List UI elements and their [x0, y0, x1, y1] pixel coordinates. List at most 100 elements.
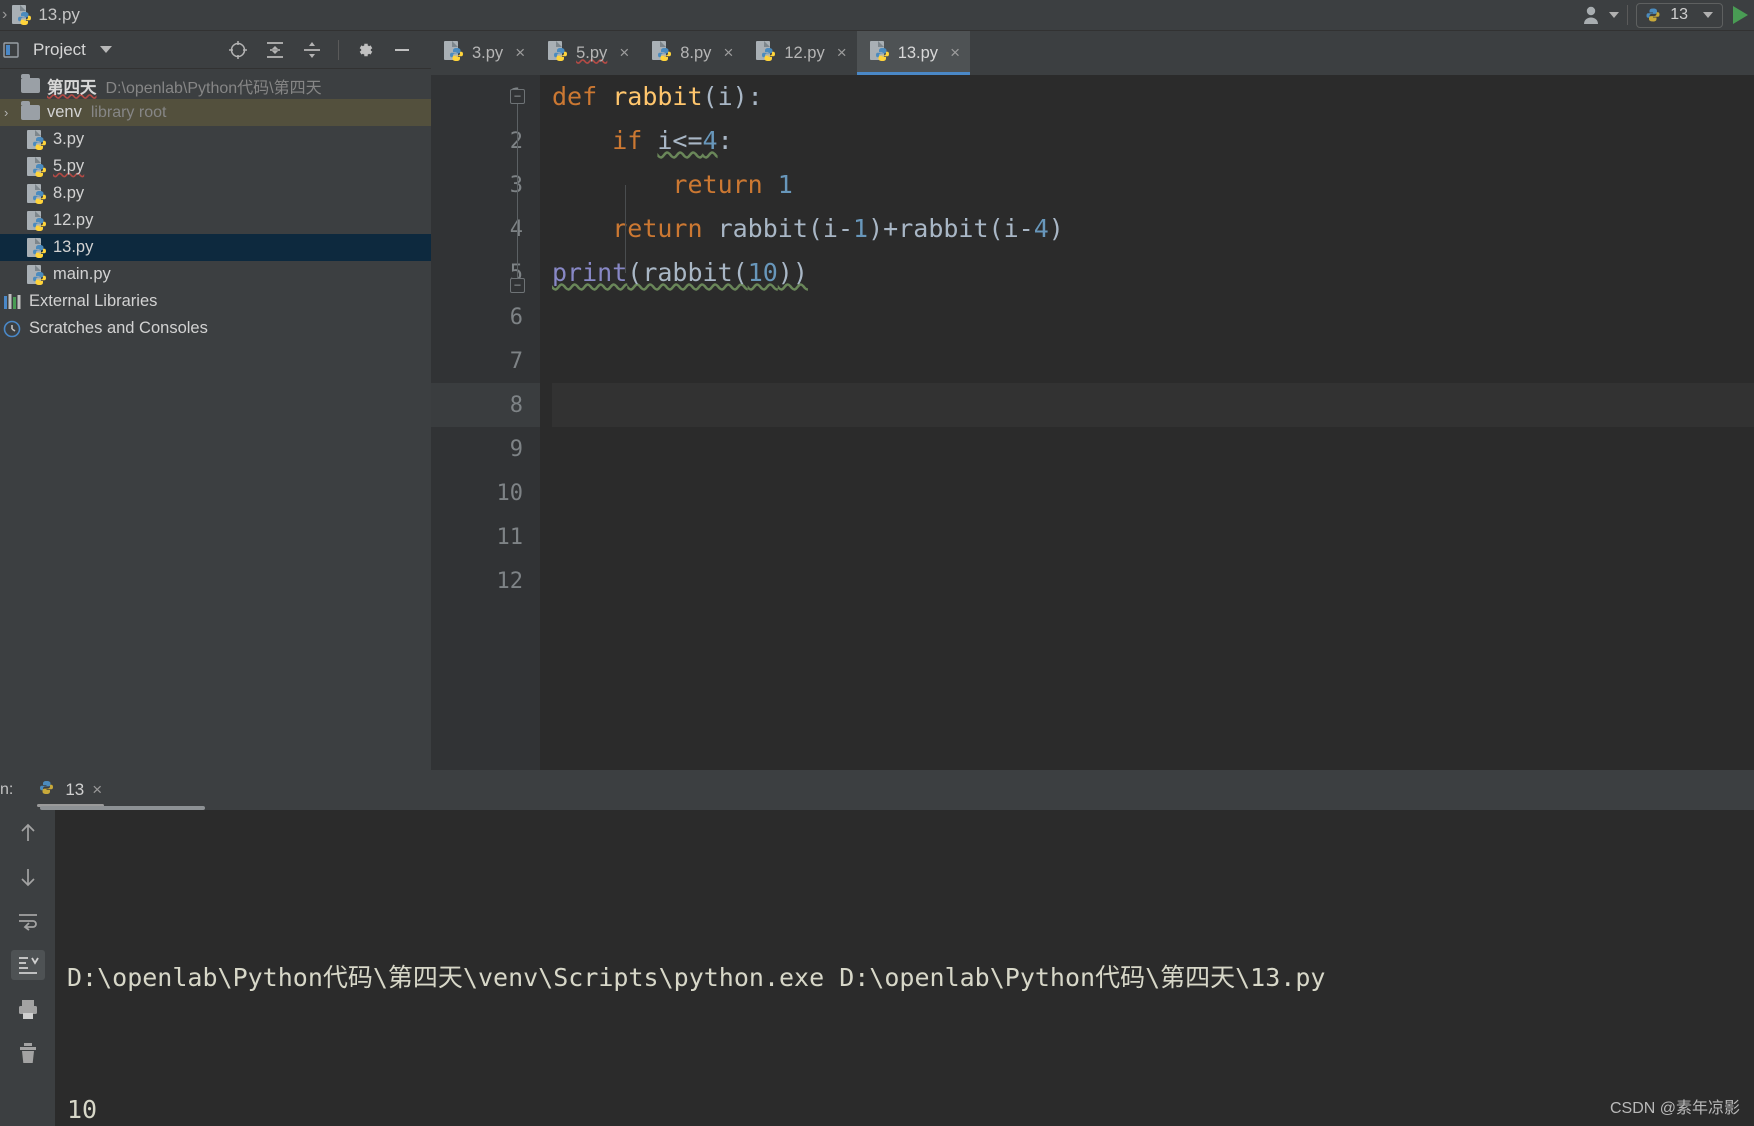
tree-item-3-py[interactable]: 3.py	[0, 126, 431, 153]
run-tool-window-label: n:	[0, 781, 14, 798]
code-line-3: return 1	[672, 170, 793, 199]
trash-icon[interactable]	[11, 1038, 45, 1068]
breadcrumb-separator-icon: ›	[2, 6, 8, 23]
collapse-all-icon[interactable]	[301, 39, 323, 61]
run-configuration-name: 13	[1670, 6, 1688, 23]
tree-item-label: 13.py	[53, 238, 94, 256]
code-content[interactable]: def rabbit(i): if i<=4: return 1 return …	[540, 75, 1754, 770]
top-right-controls: 13	[1582, 0, 1754, 31]
code-line-5: print(rabbit(10))	[552, 258, 808, 287]
breadcrumb-file-label[interactable]: 13.py	[38, 5, 80, 25]
close-icon[interactable]: ×	[515, 43, 525, 63]
chevron-right-icon[interactable]: ›	[4, 105, 20, 120]
project-panel-title: Project	[33, 39, 86, 59]
python-icon	[1646, 8, 1660, 21]
tree-item-project-root[interactable]: 第四天 D:\openlab\Python代码\第四天	[0, 72, 431, 99]
run-tab-13[interactable]: 13 ×	[31, 770, 110, 810]
run-button[interactable]	[1733, 6, 1748, 24]
project-tree: 第四天 D:\openlab\Python代码\第四天 › venv libra…	[0, 69, 431, 342]
folder-icon	[20, 101, 41, 123]
user-icon	[1584, 6, 1599, 24]
fold-region-line	[517, 97, 518, 285]
project-panel-toolbar	[227, 39, 425, 61]
toolbar-divider	[1627, 5, 1629, 25]
run-tab-label: 13	[65, 780, 85, 799]
tree-item-label: main.py	[53, 265, 111, 283]
python-file-icon	[444, 40, 464, 66]
print-icon[interactable]	[11, 994, 45, 1024]
breadcrumb: › 13.py	[0, 4, 80, 26]
scroll-down-icon[interactable]	[11, 862, 45, 892]
python-file-icon	[26, 129, 47, 150]
chevron-down-icon	[1609, 12, 1620, 18]
tree-item-venv[interactable]: › venv library root	[0, 99, 431, 126]
toolbar-divider	[338, 39, 339, 60]
run-tool-window: n: 13 × D:\openlab\Python代码\第四天\venv\Scr…	[0, 770, 1754, 1126]
top-breadcrumb-bar: › 13.py 13	[0, 0, 1754, 31]
python-file-icon	[26, 264, 47, 285]
python-file-icon	[548, 40, 568, 66]
console-output[interactable]: D:\openlab\Python代码\第四天\venv\Scripts\pyt…	[40, 806, 1754, 1126]
tab-5-py[interactable]: 5.py ×	[535, 31, 639, 75]
user-account-button[interactable]	[1582, 5, 1620, 25]
tree-item-path: D:\openlab\Python代码\第四天	[105, 79, 322, 97]
python-file-icon	[652, 40, 672, 66]
close-icon[interactable]: ×	[619, 43, 629, 63]
line-number: 9	[509, 436, 523, 462]
tab-label: 12.py	[784, 43, 825, 62]
scroll-up-icon[interactable]	[11, 818, 45, 848]
gear-icon[interactable]	[354, 39, 376, 61]
tree-item-5-py[interactable]: 5.py	[0, 153, 431, 180]
tab-3-py[interactable]: 3.py ×	[431, 31, 535, 75]
close-icon[interactable]: ×	[92, 780, 102, 800]
code-line-4: return rabbit(i-1)+rabbit(i-4)	[612, 214, 1064, 243]
close-icon[interactable]: ×	[950, 43, 960, 63]
minimize-icon[interactable]	[391, 39, 413, 61]
close-icon[interactable]: ×	[837, 43, 847, 63]
tab-8-py[interactable]: 8.py ×	[639, 31, 743, 75]
fold-collapse-icon[interactable]: −	[510, 89, 525, 104]
line-number: 12	[496, 568, 524, 594]
python-file-icon	[26, 183, 47, 204]
tree-item-main-py[interactable]: main.py	[0, 261, 431, 288]
editor-tabbar: 3.py × 5.py × 8.py × 12.py × 13.py ×	[431, 31, 1754, 75]
run-configuration-selector[interactable]: 13	[1636, 2, 1723, 28]
python-file-icon	[26, 156, 47, 177]
python-file-icon	[869, 40, 890, 66]
tree-item-12-py[interactable]: 12.py	[0, 207, 431, 234]
line-number: 4	[431, 207, 540, 251]
chevron-down-icon[interactable]	[99, 46, 112, 53]
tree-item-scratches-and-consoles[interactable]: Scratches and Consoles	[0, 315, 431, 342]
console-line: 10	[67, 1095, 98, 1124]
line-number: 2	[431, 119, 540, 163]
close-icon[interactable]: ×	[723, 43, 733, 63]
locate-icon[interactable]	[227, 39, 249, 61]
tree-item-external-libraries[interactable]: External Libraries	[0, 288, 431, 315]
tab-12-py[interactable]: 12.py ×	[743, 31, 856, 75]
line-number-gutter[interactable]: 1 2 3 4 5 6 7 8 9 10 11 12 − −	[431, 75, 540, 770]
line-number: 7	[509, 348, 523, 374]
tree-item-13-py[interactable]: 13.py	[0, 234, 431, 261]
expand-all-icon[interactable]	[264, 39, 286, 61]
scroll-to-end-icon[interactable]	[10, 950, 45, 980]
project-panel-header: Project	[0, 31, 431, 69]
code-editor[interactable]: 1 2 3 4 5 6 7 8 9 10 11 12 − −	[431, 75, 1754, 770]
console-body: D:\openlab\Python代码\第四天\venv\Scripts\pyt…	[0, 806, 1754, 1126]
watermark: CSDN @素年凉影	[1609, 1100, 1740, 1117]
tab-label: 3.py	[472, 43, 504, 62]
tree-item-label: 第四天	[47, 78, 97, 97]
tree-item-8-py[interactable]: 8.py	[0, 180, 431, 207]
tab-label: 5.py	[576, 43, 608, 62]
code-line-8	[552, 383, 1754, 427]
tree-item-label: Scratches and Consoles	[29, 319, 208, 337]
tab-13-py[interactable]: 13.py ×	[856, 31, 971, 75]
project-panel-icon	[0, 39, 21, 60]
fold-end-icon[interactable]: −	[510, 278, 525, 293]
soft-wrap-icon[interactable]	[11, 906, 45, 936]
tree-item-library-root-label: library root	[90, 103, 167, 121]
